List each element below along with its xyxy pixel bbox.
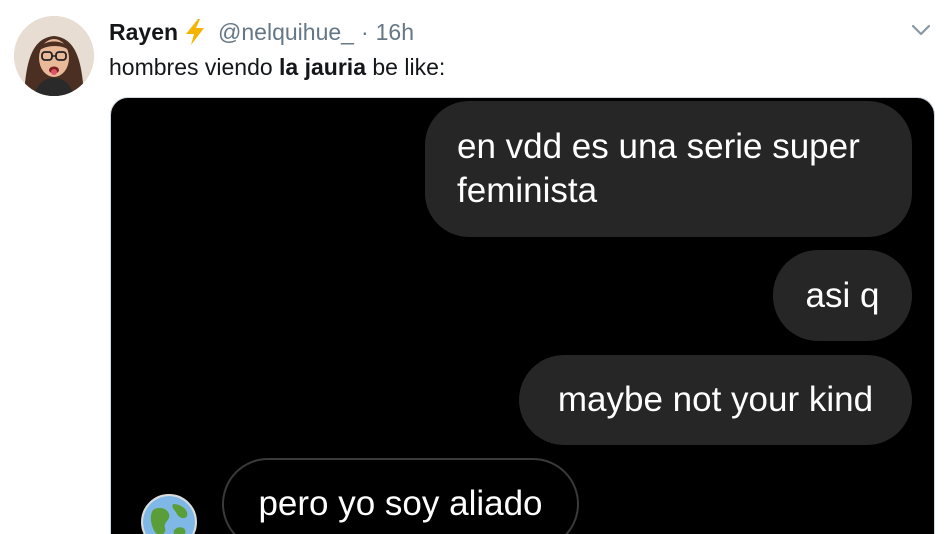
message-bubble-sent: en vdd es una serie super feminista xyxy=(425,101,912,237)
user-handle[interactable]: @nelquihue_ xyxy=(218,16,354,48)
tweet-header: Rayen @nelquihue_ · 16h xyxy=(109,16,414,48)
tweet-text: hombres viendo la jauria be like: xyxy=(109,52,445,82)
tweet-text-before: hombres viendo xyxy=(109,54,280,80)
globe-icon xyxy=(141,494,197,534)
message-bubble-sent: asi q xyxy=(773,250,912,341)
display-name[interactable]: Rayen xyxy=(109,16,178,48)
message-bubble-sent: maybe not your kind xyxy=(519,355,912,445)
chevron-down-icon[interactable] xyxy=(910,22,932,38)
tweet[interactable]: Rayen @nelquihue_ · 16h hombres viendo l… xyxy=(0,0,950,534)
tweet-timestamp[interactable]: 16h xyxy=(376,16,414,48)
lightning-bolt-icon xyxy=(180,17,210,47)
user-avatar[interactable] xyxy=(14,16,94,96)
avatar-image xyxy=(14,16,94,96)
tweet-media-image[interactable]: en vdd es una serie super feminista asi … xyxy=(110,97,935,534)
tweet-text-bold: la jauria xyxy=(279,54,366,80)
separator-dot: · xyxy=(360,19,369,45)
message-bubble-received: pero yo soy aliado xyxy=(222,458,579,534)
tweet-text-after: be like: xyxy=(365,54,446,80)
